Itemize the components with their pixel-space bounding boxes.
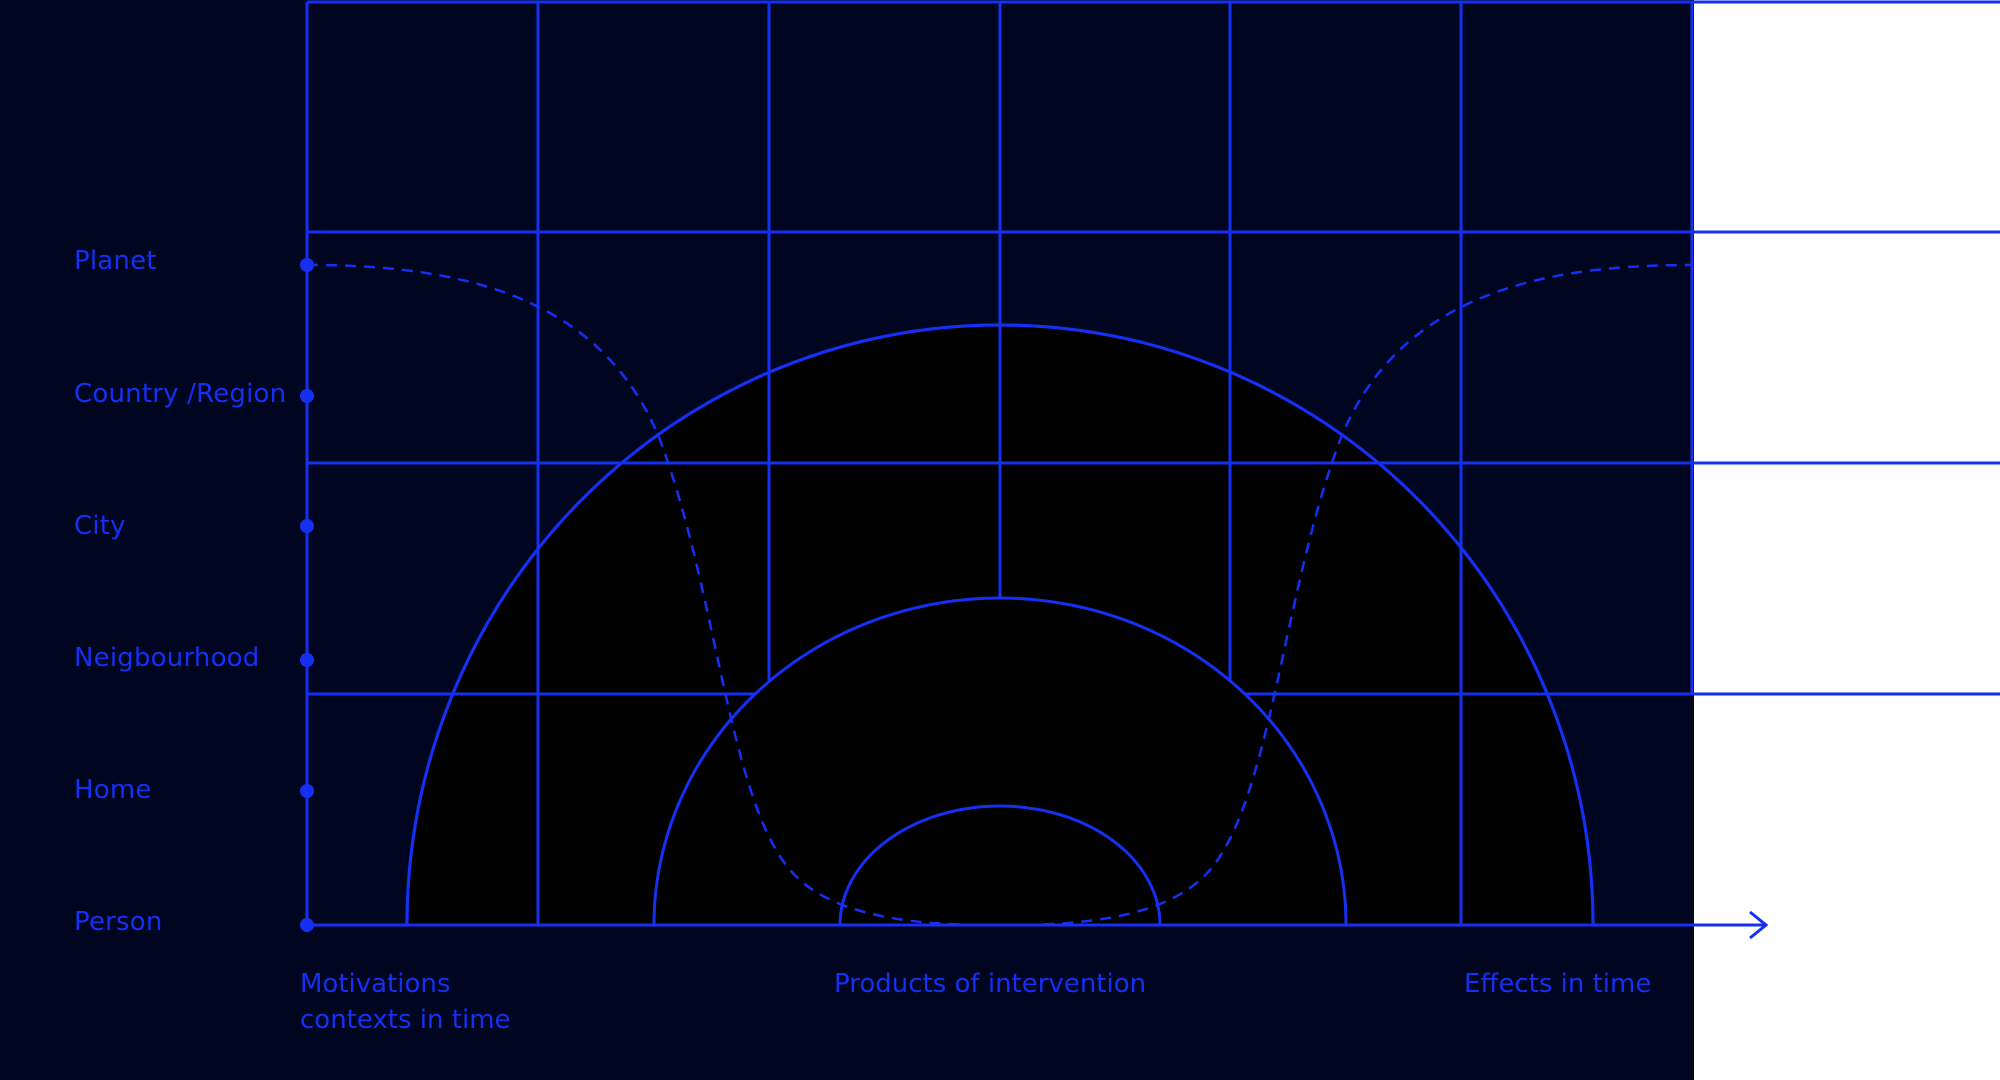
caption-motivations: Motivations contexts in time xyxy=(300,966,511,1038)
caption-center: Products of intervention xyxy=(834,969,1147,999)
level-label-home: Home xyxy=(74,775,152,805)
dot-marker-country xyxy=(300,389,314,403)
scale-diagram xyxy=(300,0,2000,940)
dot-marker-neighbourhood xyxy=(300,653,314,667)
level-label-country-region: Country /Region xyxy=(74,379,287,409)
caption-products: Products of intervention xyxy=(834,966,1146,1002)
level-label-person: Person xyxy=(74,907,163,937)
level-label-city: City xyxy=(74,511,126,541)
dot-marker-city xyxy=(300,519,314,533)
caption-effects: Effects in time xyxy=(1464,966,1651,1002)
caption-left-line-2: contexts in time xyxy=(300,1005,511,1035)
caption-left-line-1: Motivations xyxy=(300,969,451,999)
dot-marker-home xyxy=(300,784,314,798)
caption-right: Effects in time xyxy=(1464,969,1652,999)
level-label-neighbourhood: Neigbourhood xyxy=(74,643,260,673)
dot-marker-planet xyxy=(300,258,314,272)
level-label-planet: Planet xyxy=(74,246,157,276)
dot-marker-person xyxy=(300,918,314,932)
